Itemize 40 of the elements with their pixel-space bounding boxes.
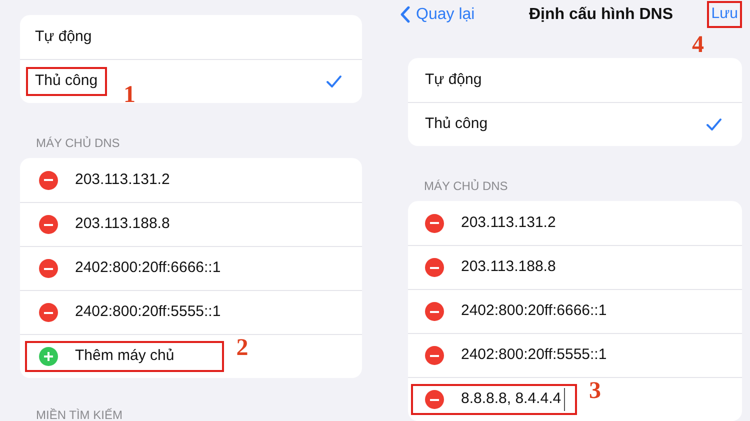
server-input[interactable]: 8.8.8.8, 8.4.4.4 (461, 388, 565, 411)
mode-option[interactable]: Thủ công 1 (20, 59, 362, 103)
mode-option[interactable]: Thủ công (408, 102, 742, 146)
server-address: 2402:800:20ff:5555::1 (75, 302, 221, 322)
server-address: 203.113.188.8 (75, 214, 170, 234)
back-button[interactable]: Quay lại (400, 2, 475, 26)
nav-title: Định cấu hình DNS (528, 4, 673, 24)
option-label: Tự động (424, 70, 483, 90)
mode-option[interactable]: Tự động (408, 58, 742, 102)
checkmark-icon (706, 118, 722, 131)
add-server-button[interactable]: Thêm máy chủ (39, 345, 174, 368)
minus-icon[interactable] (425, 346, 444, 365)
server-address: 2402:800:20ff:6666::1 (75, 258, 221, 278)
minus-icon[interactable] (39, 259, 58, 278)
step-number: 2 (236, 336, 248, 360)
section-header: MÁY CHỦ DNS (423, 178, 509, 195)
minus-icon[interactable] (425, 214, 444, 232)
minus-icon[interactable] (425, 390, 444, 409)
step-number: 3 (589, 379, 601, 404)
plus-icon (39, 347, 58, 366)
server-address: 203.113.131.2 (461, 212, 556, 233)
minus-icon[interactable] (39, 170, 58, 190)
checkmark-icon (326, 75, 342, 88)
option-label: Thủ công (26, 67, 107, 96)
minus-icon[interactable] (39, 303, 58, 322)
server-address: 2402:800:20ff:5555::1 (461, 345, 607, 366)
minus-icon[interactable] (425, 258, 444, 277)
save-button[interactable]: Lưu (707, 1, 742, 28)
option-label: Thủ công (424, 114, 489, 134)
minus-icon[interactable] (425, 302, 444, 321)
server-address: 203.113.131.2 (75, 170, 170, 190)
section-header: MIỀN TÌM KIẾM (35, 407, 124, 421)
server-address: 2402:800:20ff:6666::1 (461, 301, 607, 322)
minus-icon[interactable] (39, 215, 58, 234)
mode-option[interactable]: Tự động (20, 15, 362, 59)
option-label: Tự động (34, 26, 93, 47)
server-address: 203.113.188.8 (461, 257, 556, 278)
step-number: 4 (692, 33, 704, 58)
section-header: MÁY CHỦ DNS (35, 135, 121, 152)
chevron-left-icon (400, 6, 410, 23)
